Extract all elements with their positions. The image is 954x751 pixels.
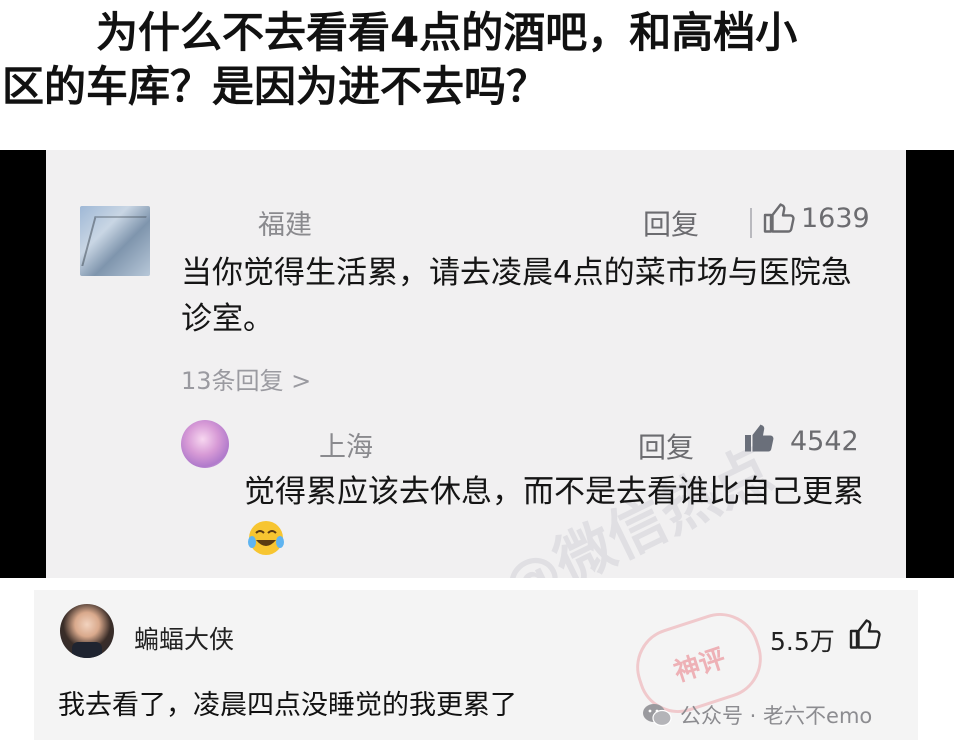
comment-text: 我去看了，凌晨四点没睡觉的我更累了 xyxy=(58,690,517,721)
thumbs-up-filled-icon[interactable] xyxy=(742,420,778,456)
embedded-screenshot: @微信热点 福建 回复 1639 当你觉得生活累，请去凌晨4点的菜市场与医院急诊… xyxy=(46,150,906,578)
divider xyxy=(750,208,752,238)
like-count: 5.5万 xyxy=(770,627,835,656)
comment-text: 当你觉得生活累，请去凌晨4点的菜市场与医院急诊室。 xyxy=(181,255,852,337)
more-replies-link[interactable]: 13条回复 > xyxy=(181,361,311,396)
avatar[interactable] xyxy=(80,206,150,276)
wechat-icon xyxy=(643,704,672,727)
thumbs-up-icon[interactable] xyxy=(762,200,798,236)
username[interactable]: 蝙蝠大侠 xyxy=(134,620,234,656)
like-count: 1639 xyxy=(801,203,870,234)
post-headline: 为什么不去看看4点的酒吧，和高档小 区的车库？是因为进不去吗？ xyxy=(0,6,954,114)
headline-line-1: 为什么不去看看4点的酒吧，和高档小 xyxy=(96,8,798,57)
laughing-tears-emoji-icon xyxy=(248,521,284,555)
source-watermark: 公众号 · 老六不emo xyxy=(642,700,872,730)
headline-line-2: 区的车库？是因为进不去吗？ xyxy=(2,62,549,111)
watermark-text: 公众号 · 老六不emo xyxy=(680,704,873,728)
embedded-screenshot-frame: @微信热点 福建 回复 1639 当你觉得生活累，请去凌晨4点的菜市场与医院急诊… xyxy=(0,150,954,578)
avatar[interactable] xyxy=(60,604,114,658)
reply-comment: 觉得累应该去休息，而不是去看谁比自己更累 xyxy=(244,468,884,564)
thumbs-up-icon[interactable] xyxy=(848,616,884,652)
reply-text: 觉得累应该去休息，而不是去看谁比自己更累 xyxy=(244,474,864,510)
avatar[interactable] xyxy=(181,420,229,468)
comment-location: 上海 xyxy=(319,432,373,463)
reply-button[interactable]: 回复 xyxy=(638,426,694,466)
reply-button[interactable]: 回复 xyxy=(643,203,699,243)
comment-location: 福建 xyxy=(258,210,312,241)
like-count: 4542 xyxy=(790,426,859,457)
